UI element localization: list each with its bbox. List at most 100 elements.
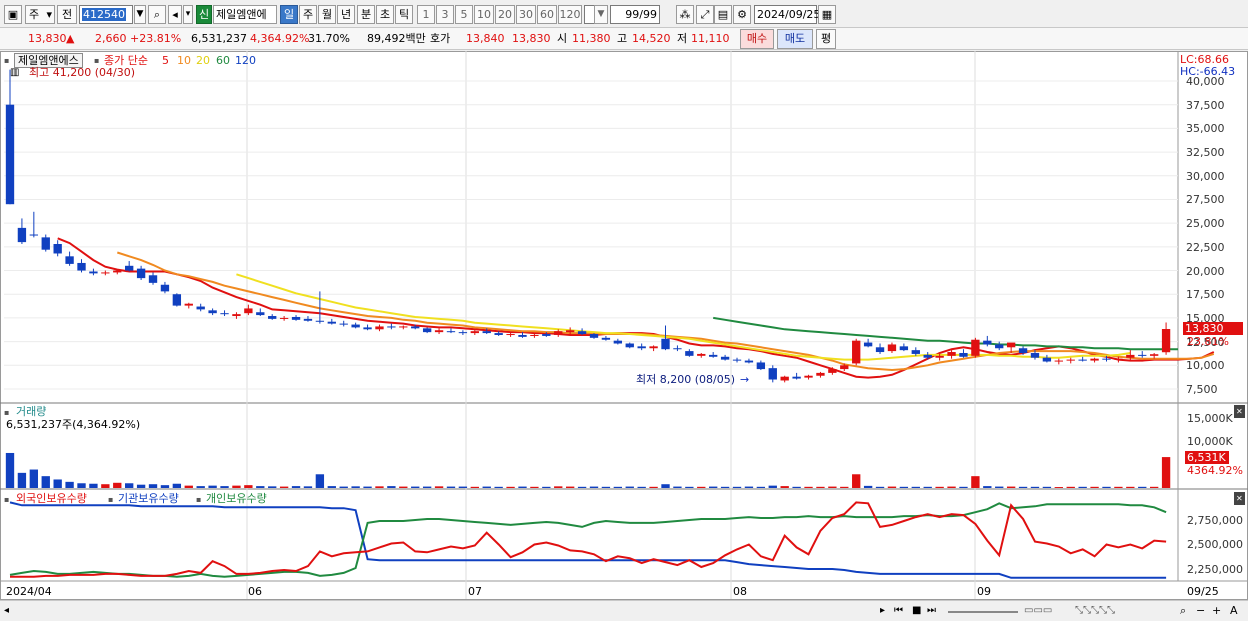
- save-icon[interactable]: ▤: [714, 5, 732, 24]
- candle-body: [1102, 358, 1111, 360]
- legend-institution[interactable]: 기관보유수량: [118, 492, 179, 505]
- candle-body: [5, 104, 15, 205]
- candle-body: [125, 265, 134, 271]
- candle-body: [279, 317, 289, 319]
- interval-3-button[interactable]: 3: [436, 5, 454, 24]
- volume-bar: [303, 486, 313, 488]
- chart-frame: [0, 51, 1248, 600]
- interval-20-button[interactable]: 20: [495, 5, 515, 24]
- volume-bar: [959, 486, 968, 488]
- volume-bar: [1114, 486, 1123, 488]
- interval-5-button[interactable]: 5: [455, 5, 473, 24]
- volume-bar: [685, 486, 694, 488]
- overlap-icon[interactable]: ⁂: [676, 5, 694, 24]
- play-icon[interactable]: ▸: [880, 604, 885, 617]
- period-month-button[interactable]: 월: [318, 5, 336, 24]
- candle-body: [1161, 329, 1171, 353]
- ma-120-label[interactable]: 120: [235, 54, 256, 67]
- high-marker-icon: ▥: [10, 67, 20, 78]
- interval-dropdown[interactable]: ▼: [594, 5, 608, 24]
- candle-body: [995, 344, 1004, 349]
- direction-up-icon: ▲: [66, 32, 75, 45]
- stock-code-dropdown[interactable]: ▼: [134, 5, 146, 24]
- period-tick-button[interactable]: 틱: [395, 5, 413, 24]
- count-field[interactable]: 99/99: [610, 5, 660, 24]
- legend-individual[interactable]: 개인보유수량: [206, 492, 267, 505]
- panel-close-icon[interactable]: ✕: [1234, 405, 1245, 418]
- period-day-button[interactable]: 일: [280, 5, 298, 24]
- interval-120-button[interactable]: 120: [558, 5, 582, 24]
- period-week-button[interactable]: 주: [299, 5, 317, 24]
- settings-gear-icon[interactable]: ⚙: [733, 5, 751, 24]
- zoom-in-icon[interactable]: +: [1212, 604, 1221, 617]
- evaluate-button[interactable]: 평: [816, 29, 836, 49]
- volume-bar: [1066, 486, 1075, 488]
- chart-canvas[interactable]: [0, 51, 1248, 600]
- interval-10-button[interactable]: 10: [474, 5, 494, 24]
- bottom-scrollbar[interactable]: ◂ ▸ ⏮ ■ ⏭ ▭▭▭ ⤡⤡⤡⤡⤡ ⌕ − + A: [0, 600, 1248, 621]
- chart-layout-icon[interactable]: ▣: [4, 5, 22, 24]
- calendar-icon[interactable]: ▦: [818, 5, 836, 24]
- volume-bar: [244, 485, 253, 488]
- interval-30-button[interactable]: 30: [516, 5, 536, 24]
- high-note: 최고 41,200 (04/30): [29, 66, 136, 79]
- volume-bar: [434, 486, 444, 488]
- panel-close-icon[interactable]: ✕: [1234, 492, 1245, 505]
- volume-bar: [458, 486, 468, 488]
- sell-button[interactable]: 매도: [777, 29, 813, 49]
- price-tick-label: 30,000: [1186, 169, 1225, 183]
- font-size-icon[interactable]: A: [1230, 604, 1238, 617]
- chart-area[interactable]: ▪ 제일엠앤에스 ▪ 종가 단순 5 10 20 60 120 ▥ 최고 41,…: [0, 51, 1248, 600]
- high-label: 고: [617, 32, 628, 45]
- candle-body: [387, 326, 396, 328]
- prev-button[interactable]: 전: [57, 5, 77, 24]
- volume-bar: [220, 486, 229, 488]
- speaker-icon[interactable]: ◂: [168, 5, 182, 24]
- volume-bar: [852, 474, 861, 488]
- fast-forward-icon[interactable]: ⏭: [927, 604, 936, 617]
- period-second-button[interactable]: 초: [376, 5, 394, 24]
- ma-10-label[interactable]: 10: [177, 54, 191, 67]
- ma-20-label[interactable]: 20: [196, 54, 210, 67]
- rewind-icon[interactable]: ⏮: [894, 604, 903, 617]
- candle-body: [65, 256, 74, 264]
- volume-bar: [1018, 486, 1028, 488]
- period-year-button[interactable]: 년: [337, 5, 355, 24]
- speaker-dropdown[interactable]: ▾: [183, 5, 193, 24]
- zoom-out-icon[interactable]: −: [1196, 604, 1205, 617]
- date-field[interactable]: 2024/09/25: [754, 5, 820, 24]
- type-select[interactable]: 주 ▾: [25, 5, 55, 24]
- drawing-tools-icon[interactable]: ⤢: [696, 5, 714, 24]
- candle-body: [53, 244, 62, 254]
- ma-5-label[interactable]: 5: [162, 54, 169, 67]
- layout-tools-icon[interactable]: ▭▭▭: [1024, 604, 1052, 617]
- search-icon[interactable]: ⌕: [148, 5, 166, 24]
- candle-body: [77, 262, 86, 271]
- candle-body: [649, 346, 658, 349]
- candle-body: [470, 331, 479, 334]
- volume-panel-title[interactable]: 거래량: [16, 405, 46, 418]
- scroll-left-icon[interactable]: ◂: [4, 604, 9, 617]
- drawing-tools-icon[interactable]: ⤡⤡⤡⤡⤡: [1075, 604, 1115, 617]
- zoom-slider[interactable]: [948, 611, 1018, 613]
- period-minute-button[interactable]: 분: [357, 5, 375, 24]
- price-tick-label: 10,000: [1186, 359, 1225, 373]
- volume-bar: [935, 486, 944, 488]
- interval-1-button[interactable]: 1: [417, 5, 435, 24]
- volume-bar: [983, 486, 992, 488]
- ma-60-label[interactable]: 60: [216, 54, 230, 67]
- interval-60-button[interactable]: 60: [537, 5, 557, 24]
- stock-code-input[interactable]: 412540: [79, 5, 133, 24]
- stop-icon[interactable]: ■: [912, 604, 921, 617]
- stock-code-value: 412540: [82, 8, 126, 21]
- candle-body: [828, 369, 837, 373]
- zoom-search-icon[interactable]: ⌕: [1180, 604, 1186, 617]
- legend-foreign[interactable]: 외국인보유수량: [16, 492, 87, 505]
- volume-bar: [279, 486, 289, 488]
- candle-body: [1066, 359, 1075, 361]
- volume-bar: [184, 485, 193, 488]
- buy-button[interactable]: 매수: [740, 29, 774, 49]
- new-listing-badge: 신: [196, 5, 212, 24]
- volume-bar: [148, 484, 158, 488]
- candle-body: [1030, 352, 1040, 358]
